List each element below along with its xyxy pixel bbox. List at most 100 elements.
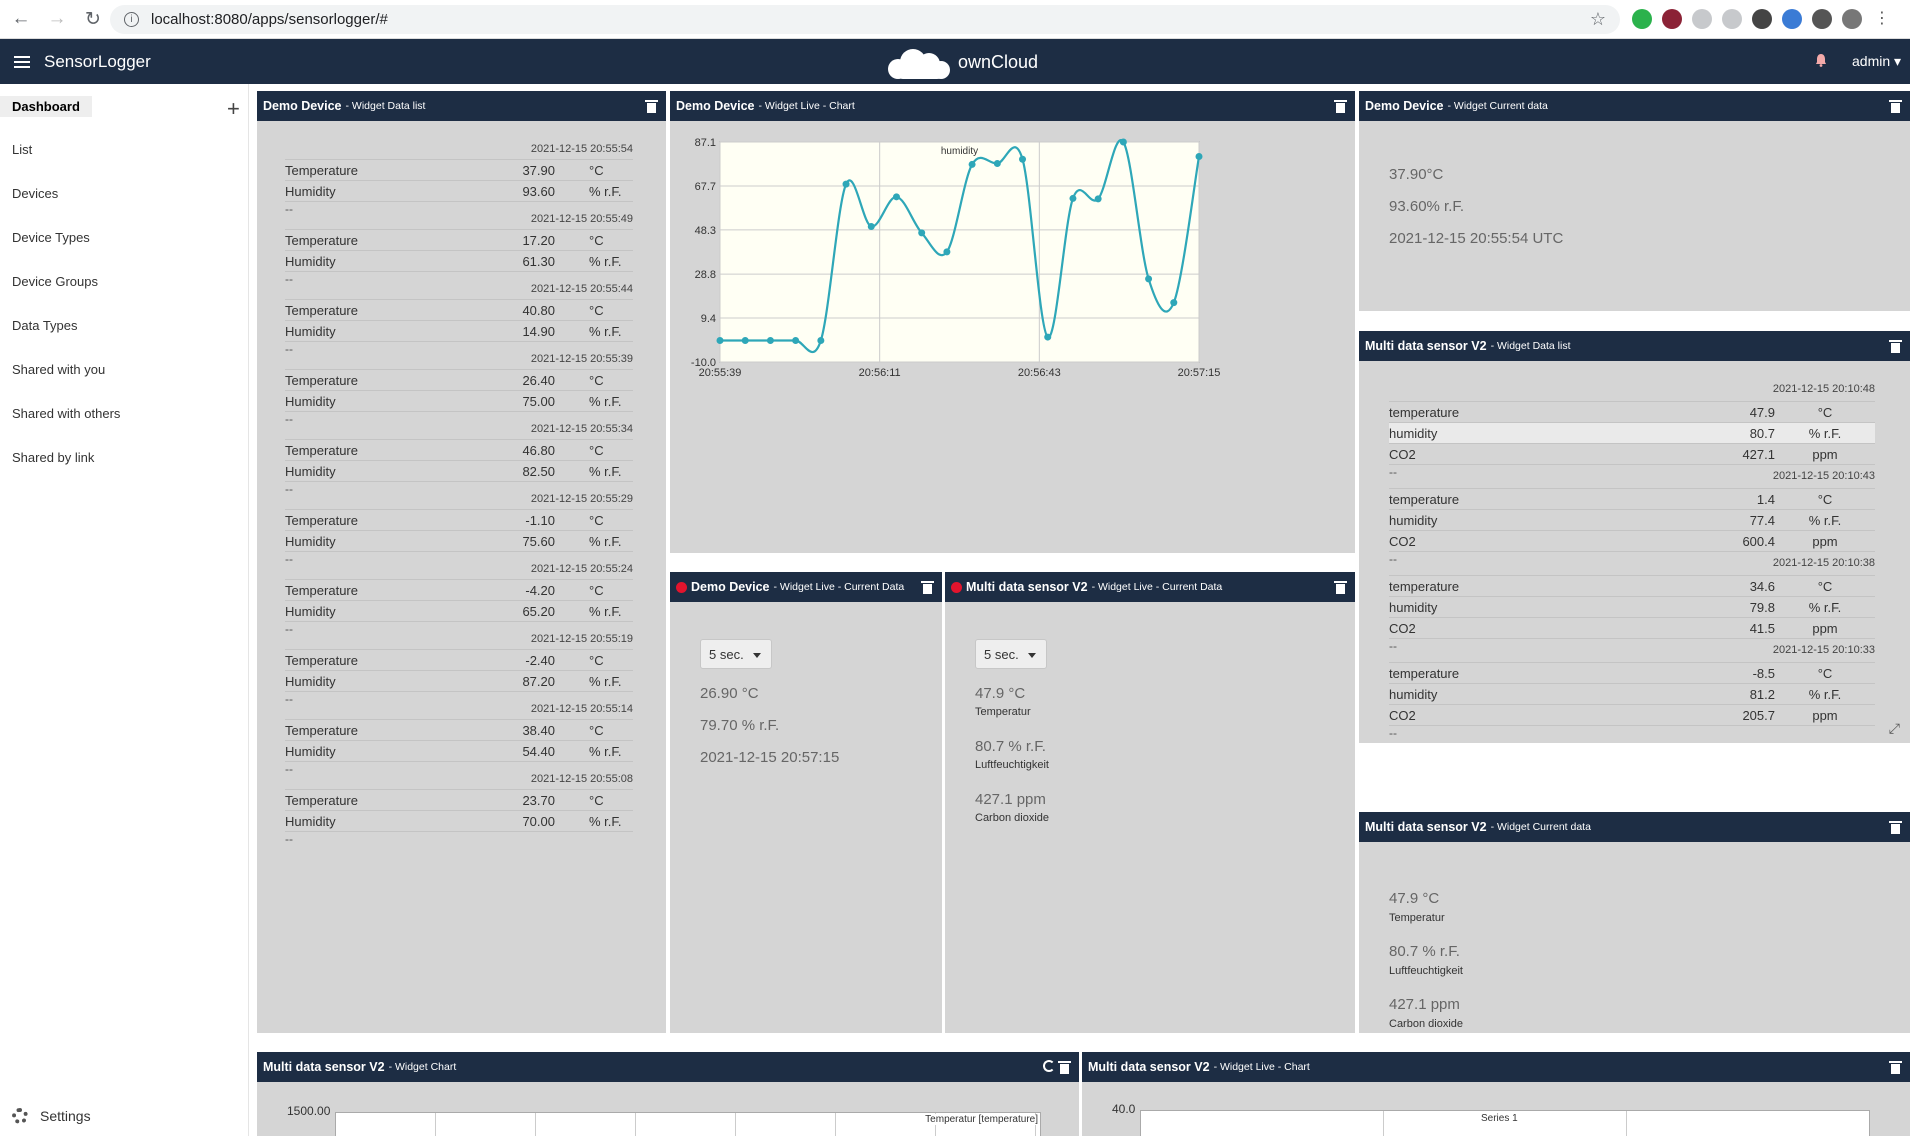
data-point <box>716 336 724 344</box>
data-point <box>918 229 926 237</box>
row-name: temperature <box>1389 491 1460 507</box>
trash-icon[interactable] <box>645 100 658 113</box>
chart-plot-area: Temperatur [temperature] <box>335 1112 1041 1136</box>
widget-title: Demo Device <box>691 580 770 594</box>
row-unit: % r.F. <box>589 533 622 549</box>
row-value: 40.80 <box>522 302 555 318</box>
trash-icon[interactable] <box>921 581 934 594</box>
extension-icon[interactable] <box>1632 9 1652 29</box>
sidebar-item-shared-by-link[interactable]: Shared by link <box>12 450 94 465</box>
trash-icon[interactable] <box>1889 100 1902 113</box>
brand-name: ownCloud <box>958 51 1039 72</box>
widget-multi-chart: Multi data sensor V2 - Widget Chart 1500… <box>257 1052 1079 1136</box>
data-row: humidity 77.4 % r.F. <box>1389 510 1875 531</box>
trash-icon[interactable] <box>1058 1061 1071 1074</box>
bell-icon[interactable] <box>1815 53 1827 67</box>
widget-header[interactable]: Demo Device - Widget Current data <box>1359 91 1910 121</box>
data-row: temperature -8.5 °C <box>1389 663 1875 684</box>
row-unit: °C <box>589 652 604 668</box>
extension-icons: ⋮ <box>1632 9 1892 29</box>
row-unit: ppm <box>1812 620 1838 636</box>
sidebar-item-device-types[interactable]: Device Types <box>12 230 90 245</box>
sidebar-item-shared-with-others[interactable]: Shared with others <box>12 406 120 421</box>
owncloud-logo[interactable]: ownCloud <box>888 45 1038 79</box>
trash-icon[interactable] <box>1889 1061 1902 1074</box>
extension-icon[interactable] <box>1752 9 1772 29</box>
profile-icon[interactable] <box>1842 9 1862 29</box>
app-title[interactable]: SensorLogger <box>44 52 151 72</box>
data-entry: 2021-12-15 20:55:34 Temperature 46.80 °C Hum… <box>285 423 633 502</box>
sidebar-item-shared-with-you[interactable]: Shared with you <box>12 362 105 377</box>
sidebar-item-dashboard[interactable]: Dashboard <box>0 96 92 117</box>
data-row: Humidity 54.40 % r.F. <box>285 741 633 762</box>
entry-separator: -- <box>285 832 293 846</box>
reload-icon[interactable]: ↻ <box>78 4 108 34</box>
data-point <box>1069 194 1077 202</box>
widget-header[interactable]: Multi data sensor V2 - Widget Live - Cur… <box>945 572 1355 602</box>
row-value: 14.90 <box>522 323 555 339</box>
row-unit: ppm <box>1812 446 1838 462</box>
data-row: Humidity 14.90 % r.F. <box>285 321 633 342</box>
trash-icon[interactable] <box>1334 100 1347 113</box>
x-tick-label: 20:55:39 <box>699 367 742 379</box>
data-point <box>968 160 976 168</box>
extension-icon[interactable] <box>1692 9 1712 29</box>
current-label: Temperatur <box>1389 912 1445 924</box>
widget-header[interactable]: Multi data sensor V2 - Widget Current da… <box>1359 812 1910 842</box>
trash-icon[interactable] <box>1889 821 1902 834</box>
entry-separator: -- <box>1389 726 1397 740</box>
row-unit: °C <box>589 162 604 178</box>
row-value: 46.80 <box>522 442 555 458</box>
row-value: 87.20 <box>522 673 555 689</box>
site-info-icon[interactable]: i <box>124 12 139 27</box>
sidebar-item-device-groups[interactable]: Device Groups <box>12 274 98 289</box>
data-row: CO2 427.1 ppm <box>1389 444 1875 465</box>
row-name: Temperature <box>285 582 358 598</box>
widget-header[interactable]: Multi data sensor V2 - Widget Live - Cha… <box>1082 1052 1910 1082</box>
widget-header[interactable]: Demo Device - Widget Live - Chart <box>670 91 1355 121</box>
trash-icon[interactable] <box>1889 340 1902 353</box>
current-humidity: 93.60% r.F. <box>1389 198 1465 215</box>
sidebar-item-list[interactable]: List <box>12 142 32 157</box>
extension-icon[interactable] <box>1722 9 1742 29</box>
refresh-icon[interactable] <box>1043 1060 1055 1072</box>
row-unit: % r.F. <box>1808 686 1842 702</box>
row-name: humidity <box>1389 425 1438 441</box>
bookmark-star-icon[interactable]: ☆ <box>1590 9 1606 30</box>
gear-icon <box>12 1108 28 1124</box>
widget-header[interactable]: Multi data sensor V2 - Widget Chart <box>257 1052 1079 1082</box>
data-point <box>1094 195 1102 203</box>
puzzle-icon[interactable] <box>1812 9 1832 29</box>
forward-icon[interactable]: → <box>42 4 72 34</box>
app-header: SensorLogger ownCloud admin ▾ <box>0 39 1910 84</box>
add-widget-button[interactable]: + <box>227 96 240 122</box>
interval-select[interactable]: 5 sec. <box>700 639 772 669</box>
menu-icon[interactable] <box>14 55 30 68</box>
data-entry: 2021-12-15 20:55:24 Temperature -4.20 °C Hum… <box>285 563 633 642</box>
widget-header[interactable]: Demo Device - Widget Data list <box>257 91 666 121</box>
sidebar-item-devices[interactable]: Devices <box>12 186 58 201</box>
data-row: temperature 34.6 °C <box>1389 576 1875 597</box>
more-vert-icon[interactable]: ⋮ <box>1872 9 1892 29</box>
settings-button[interactable]: Settings <box>12 1108 91 1124</box>
user-menu[interactable]: admin ▾ <box>1852 53 1901 70</box>
widget-subtitle: - Widget Live - Chart <box>758 100 855 112</box>
trash-icon[interactable] <box>1334 581 1347 594</box>
row-name: Temperature <box>285 302 358 318</box>
row-unit: °C <box>1817 665 1833 681</box>
address-bar[interactable]: i localhost:8080/apps/sensorlogger/# ☆ <box>110 5 1620 34</box>
widget-header[interactable]: Demo Device - Widget Live - Current Data <box>670 572 942 602</box>
row-unit: °C <box>589 582 604 598</box>
data-row: Temperature 46.80 °C <box>285 440 633 461</box>
sidebar-item-data-types[interactable]: Data Types <box>12 318 78 333</box>
resize-handle-icon[interactable]: ⤢ <box>1889 720 1900 737</box>
extension-icon[interactable] <box>1662 9 1682 29</box>
browser-toolbar: ← → ↻ i localhost:8080/apps/sensorlogger… <box>0 0 1910 39</box>
back-icon[interactable]: ← <box>6 4 36 34</box>
live-indicator-icon <box>676 581 687 593</box>
extension-icon[interactable] <box>1782 9 1802 29</box>
interval-select[interactable]: 5 sec. <box>975 639 1047 669</box>
widget-header[interactable]: Multi data sensor V2 - Widget Data list <box>1359 331 1910 361</box>
row-name: Humidity <box>285 183 336 199</box>
row-name: CO2 <box>1389 533 1416 549</box>
